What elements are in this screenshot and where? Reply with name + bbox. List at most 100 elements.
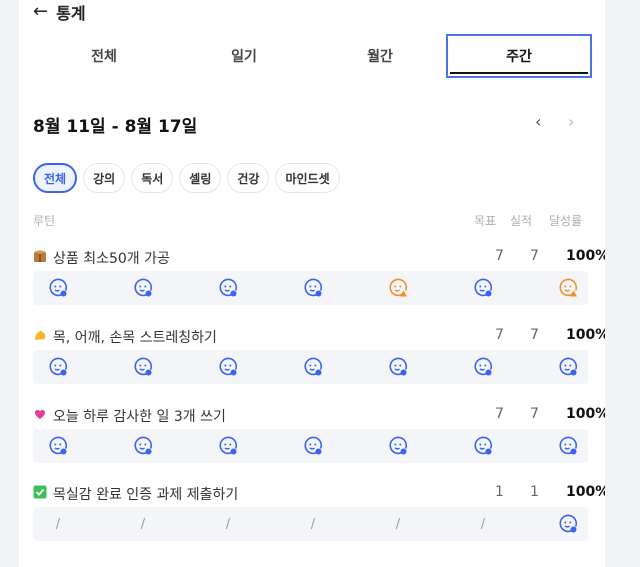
day-status-bar	[33, 350, 588, 384]
empty-day-mark: /	[480, 516, 486, 532]
arrow-left-icon[interactable]: ←	[33, 3, 48, 21]
routine-rate: 100%	[566, 406, 605, 422]
day-status-bar: / / / / / /	[33, 507, 588, 541]
day-cell[interactable]	[45, 275, 71, 301]
day-cell[interactable]: /	[45, 511, 71, 537]
week-range: 8월 11일 - 8월 17일	[33, 117, 198, 137]
day-cell[interactable]: /	[300, 511, 326, 537]
smile-face-icon	[559, 436, 577, 455]
day-cell[interactable]	[215, 354, 241, 380]
routine-title: 상품 최소50개 가공	[33, 248, 170, 268]
smile-face-icon	[49, 357, 67, 376]
chevron-left-icon[interactable]: ‹	[535, 112, 541, 131]
day-cell[interactable]	[45, 433, 71, 459]
chip-mindset[interactable]: 마인드셋	[275, 163, 340, 193]
smile-face-icon	[219, 436, 237, 455]
stats-panel: ← 통계 전체 일기 월간 주간 8월 11일 - 8월 17일 ‹ › 전체 …	[19, 0, 605, 567]
day-cell[interactable]	[130, 354, 156, 380]
empty-day-mark: /	[140, 516, 146, 532]
warning-face-icon	[389, 278, 407, 297]
routine-goal: 7	[495, 406, 504, 422]
chip-selling[interactable]: 셀링	[179, 163, 222, 193]
column-goal: 목표	[474, 214, 497, 228]
day-cell[interactable]	[130, 275, 156, 301]
smile-face-icon	[304, 357, 322, 376]
column-routine: 루틴	[33, 214, 56, 228]
day-cell[interactable]	[385, 354, 411, 380]
page-title: 통계	[56, 4, 86, 23]
day-cell[interactable]	[130, 433, 156, 459]
routine-actual: 7	[530, 327, 539, 343]
routine-actual: 7	[530, 406, 539, 422]
smile-face-icon	[559, 357, 577, 376]
chevron-right-icon[interactable]: ›	[568, 112, 574, 131]
routine-goal: 7	[495, 248, 504, 264]
chip-all[interactable]: 전체	[33, 163, 78, 193]
day-cell[interactable]	[45, 354, 71, 380]
day-cell[interactable]	[215, 433, 241, 459]
smile-face-icon	[49, 436, 67, 455]
smile-face-icon	[49, 278, 67, 297]
chip-reading[interactable]: 독서	[131, 163, 174, 193]
day-status-bar	[33, 429, 588, 463]
smile-face-icon	[219, 357, 237, 376]
routine-title: 오늘 하루 감사한 일 3개 쓰기	[33, 406, 226, 426]
day-cell[interactable]	[300, 275, 326, 301]
column-actual: 실적	[510, 214, 533, 228]
routine-title: 목, 어깨, 손목 스트레칭하기	[33, 327, 217, 347]
routine-actual: 7	[530, 248, 539, 264]
day-cell[interactable]	[555, 511, 581, 537]
empty-day-mark: /	[395, 516, 401, 532]
day-cell[interactable]	[385, 433, 411, 459]
smile-face-icon	[134, 357, 152, 376]
empty-day-mark: /	[225, 516, 231, 532]
day-cell[interactable]	[470, 433, 496, 459]
routine-title-text: 목, 어깨, 손목 스트레칭하기	[53, 330, 217, 346]
period-tabs: 전체 일기 월간 주간	[19, 34, 605, 78]
smile-face-icon	[559, 514, 577, 533]
empty-day-mark: /	[310, 516, 316, 532]
day-cell[interactable]	[470, 275, 496, 301]
smile-face-icon	[474, 357, 492, 376]
day-cell[interactable]	[300, 433, 326, 459]
day-cell[interactable]	[300, 354, 326, 380]
smile-face-icon	[389, 357, 407, 376]
routine-rate: 100%	[566, 327, 605, 343]
header: ← 통계	[33, 0, 86, 24]
routine-title: 목실감 완료 인증 과제 제출하기	[33, 484, 238, 504]
routine-title-text: 오늘 하루 감사한 일 3개 쓰기	[53, 409, 226, 425]
day-cell[interactable]	[385, 275, 411, 301]
routine-title-text: 목실감 완료 인증 과제 제출하기	[53, 487, 239, 503]
tab-weekly[interactable]: 주간	[446, 34, 592, 78]
smile-face-icon	[219, 278, 237, 297]
empty-day-mark: /	[55, 516, 61, 532]
day-cell[interactable]	[215, 275, 241, 301]
chip-lecture[interactable]: 강의	[83, 163, 126, 193]
smile-face-icon	[304, 436, 322, 455]
day-cell[interactable]	[555, 354, 581, 380]
day-status-bar	[33, 271, 588, 305]
day-cell[interactable]	[470, 354, 496, 380]
routine-title-text: 상품 최소50개 가공	[53, 251, 170, 267]
smile-face-icon	[474, 278, 492, 297]
smile-face-icon	[304, 278, 322, 297]
warning-face-icon	[559, 278, 577, 297]
category-chips: 전체 강의 독서 셀링 건강 마인드셋	[33, 163, 340, 193]
routine-rate: 100%	[566, 484, 605, 500]
smile-face-icon	[134, 436, 152, 455]
chip-health[interactable]: 건강	[227, 163, 270, 193]
smile-face-icon	[389, 436, 407, 455]
day-cell[interactable]	[555, 275, 581, 301]
package-icon	[33, 249, 47, 267]
day-cell[interactable]	[555, 433, 581, 459]
day-cell[interactable]: /	[215, 511, 241, 537]
routine-goal: 1	[495, 484, 504, 500]
day-cell[interactable]: /	[385, 511, 411, 537]
routine-goal: 7	[495, 327, 504, 343]
pink-heart-icon	[33, 407, 47, 425]
day-cell[interactable]: /	[470, 511, 496, 537]
tab-monthly[interactable]: 월간	[295, 34, 465, 78]
smile-face-icon	[134, 278, 152, 297]
day-cell[interactable]: /	[130, 511, 156, 537]
routine-actual: 1	[530, 484, 539, 500]
